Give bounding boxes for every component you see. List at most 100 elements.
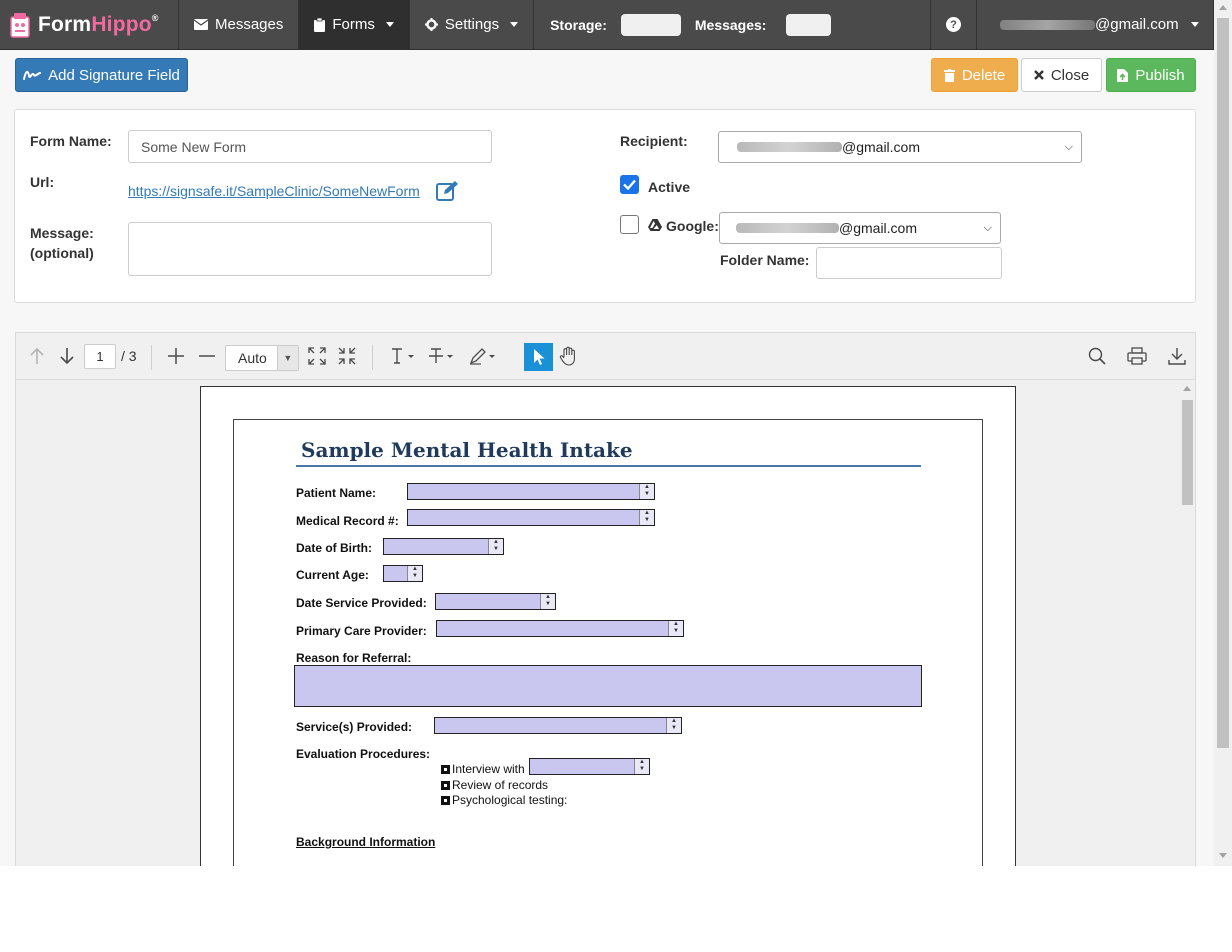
previous-page-icon[interactable] (26, 345, 48, 367)
medical-record-label: Medical Record #: (296, 514, 399, 528)
add-signature-button[interactable]: Add Signature Field (15, 58, 188, 92)
scroll-down-icon[interactable] (1219, 853, 1227, 859)
print-icon[interactable] (1126, 345, 1148, 367)
chevron-down-icon: ▼ (276, 346, 298, 370)
checkmark-icon (623, 179, 636, 190)
message-textarea[interactable] (128, 222, 492, 276)
dob-label: Date of Birth: (296, 541, 372, 555)
recipient-select[interactable]: @gmail.com ⌵ (718, 131, 1082, 163)
evaluation-label: Evaluation Procedures: (296, 747, 431, 761)
chevron-down-icon (510, 22, 519, 27)
title-rule (296, 465, 921, 467)
folder-name-label: Folder Name: (720, 252, 810, 268)
top-navbar: FormHippo® Messages Forms Settings Stora… (0, 0, 1214, 50)
edit-icon[interactable] (436, 180, 460, 202)
brand-logo[interactable]: FormHippo® (0, 0, 179, 49)
form-name-label: Form Name: (30, 133, 112, 149)
viewer-scroll-thumb[interactable] (1182, 400, 1193, 505)
scroll-up-icon[interactable] (1219, 4, 1227, 10)
add-signature-label: Add Signature Field (48, 66, 180, 84)
patient-name-field[interactable]: ▲ ▼ (407, 483, 655, 500)
user-menu[interactable]: @gmail.com (977, 0, 1214, 49)
pdf-page-border: Sample Mental Health Intake Patient Name… (233, 419, 983, 866)
scroll-up-icon[interactable] (1183, 385, 1191, 391)
fit-width-icon[interactable] (336, 345, 358, 367)
nav-spacer (845, 0, 931, 49)
nav-forms[interactable]: Forms (299, 0, 410, 49)
viewer-scrollbar[interactable] (1179, 385, 1195, 866)
current-age-field[interactable]: ▲ ▼ (383, 565, 423, 582)
help-button[interactable]: ? (931, 0, 977, 49)
chevron-down-icon (385, 22, 394, 27)
form-url-link[interactable]: https://signsafe.it/SampleClinic/SomeNew… (128, 183, 420, 199)
next-page-icon[interactable] (56, 345, 78, 367)
primary-care-field[interactable]: ▲ ▼ (436, 620, 684, 637)
text-tool-icon[interactable] (389, 345, 419, 367)
services-provided-field[interactable]: ▲ ▼ (434, 717, 682, 734)
form-name-input[interactable]: Some New Form (128, 130, 492, 163)
spin-arrows-icon: ▲ ▼ (540, 594, 555, 609)
active-label: Active (648, 179, 691, 195)
storage-label: Storage: (550, 16, 607, 33)
url-label: Url: (30, 174, 55, 190)
publish-button[interactable]: Publish (1106, 58, 1196, 92)
primary-care-label: Primary Care Provider: (296, 624, 427, 638)
active-checkbox[interactable] (620, 175, 639, 194)
page-number-input[interactable]: 1 (84, 344, 116, 369)
zoom-out-icon[interactable] (196, 345, 218, 367)
google-checkbox[interactable] (620, 215, 639, 234)
form-settings-panel: Form Name: Some New Form Url: https://si… (14, 109, 1196, 303)
viewer-toolbar: 1 / 3 Auto ▼ (16, 333, 1195, 380)
draw-tool-icon[interactable] (469, 345, 499, 367)
pdf-title: Sample Mental Health Intake (301, 438, 633, 462)
folder-name-input[interactable] (816, 247, 1002, 279)
hand-tool-icon[interactable] (557, 345, 579, 367)
gear-icon (424, 18, 438, 31)
fit-page-icon[interactable] (306, 345, 328, 367)
select-tool-cursor-icon[interactable] (524, 343, 553, 371)
strikethrough-tool-icon[interactable] (428, 345, 458, 367)
google-label: Google: (666, 218, 719, 234)
google-account-select[interactable]: @gmail.com ⌵ (719, 212, 1001, 244)
nav-forms-label: Forms (332, 16, 375, 33)
review-records-checkbox[interactable]: Review of records (441, 778, 548, 792)
interview-with-field[interactable]: ▲ ▼ (529, 758, 650, 775)
nav-settings[interactable]: Settings (410, 0, 535, 49)
psych-testing-checkbox[interactable]: Psychological testing: (441, 793, 567, 807)
nav-messages[interactable]: Messages (179, 0, 300, 49)
recipient-suffix: @gmail.com (842, 139, 921, 155)
user-email-suffix: @gmail.com (1095, 16, 1179, 33)
page-scrollbar[interactable] (1214, 0, 1232, 866)
message-label: Message: (30, 225, 94, 241)
google-account-redacted (736, 223, 839, 233)
reason-referral-field[interactable] (294, 665, 922, 707)
zoom-value: Auto (238, 350, 267, 366)
page-scroll-thumb[interactable] (1217, 18, 1229, 748)
toolbar-divider (372, 345, 373, 370)
background-heading: Background Information (296, 835, 436, 849)
spin-arrows-icon: ▲ ▼ (407, 566, 422, 581)
interview-checkbox[interactable]: Interview with (441, 762, 525, 776)
zoom-in-icon[interactable] (165, 345, 187, 367)
chevron-down-icon: ⌵ (1064, 140, 1073, 153)
zoom-select[interactable]: Auto ▼ (225, 345, 299, 371)
checkbox-icon (441, 765, 450, 774)
trash-icon (943, 68, 955, 82)
search-icon[interactable] (1086, 345, 1108, 367)
medical-record-field[interactable]: ▲ ▼ (407, 509, 655, 526)
pdf-page: Sample Mental Health Intake Patient Name… (200, 386, 1016, 866)
viewer-canvas: Sample Mental Health Intake Patient Name… (16, 381, 1195, 866)
current-age-label: Current Age: (296, 568, 369, 582)
review-records-label: Review of records (452, 778, 549, 792)
google-account-suffix: @gmail.com (839, 220, 918, 236)
close-label: Close (1050, 66, 1090, 84)
delete-button[interactable]: Delete (931, 58, 1018, 92)
recipient-redacted (737, 142, 842, 152)
dob-field[interactable]: ▲ ▼ (383, 538, 504, 555)
date-service-field[interactable]: ▲ ▼ (435, 593, 556, 610)
download-icon[interactable] (1166, 345, 1188, 367)
nav-messages-label: Messages (215, 16, 284, 33)
close-button[interactable]: Close (1021, 58, 1102, 92)
checkbox-icon (441, 781, 450, 790)
messages-stat-label: Messages: (694, 16, 767, 33)
